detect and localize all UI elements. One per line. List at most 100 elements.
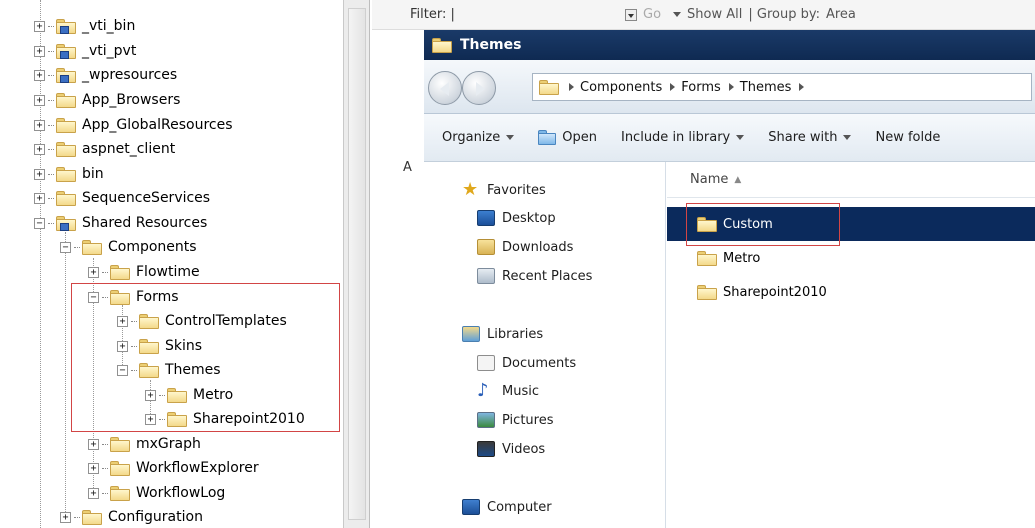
folder-icon (56, 215, 76, 231)
tree-item-label: aspnet_client (82, 141, 176, 157)
videos-icon (477, 441, 495, 457)
forward-button[interactable] (462, 71, 496, 105)
new-folder-button[interactable]: New folde (875, 130, 940, 145)
nav-downloads[interactable]: Downloads (477, 239, 573, 255)
tree-item-label: _vti_bin (82, 18, 136, 34)
file-name: Metro (723, 250, 761, 266)
tree-item[interactable]: + WorkflowExplorer (88, 457, 259, 479)
scrollbar-thumb[interactable] (348, 8, 366, 520)
expand-plus-icon[interactable]: + (34, 168, 45, 180)
column-header-name[interactable]: Name ▲ (667, 162, 1035, 198)
nav-libraries[interactable]: Libraries (462, 326, 543, 342)
tree-item[interactable]: + aspnet_client (34, 138, 175, 160)
chevron-down-icon[interactable] (673, 12, 682, 17)
tree-item[interactable]: + mxGraph (88, 433, 201, 455)
folder-tree: + _vti_bin + _vti_pvt + _wpresources + A… (0, 0, 340, 528)
folder-icon (110, 264, 130, 280)
tree-item-label: WorkflowExplorer (136, 460, 259, 476)
expand-plus-icon[interactable]: + (88, 438, 99, 450)
expand-plus-icon[interactable]: + (34, 69, 45, 81)
expand-plus-icon[interactable]: + (34, 192, 45, 204)
nav-favorites[interactable]: ★ Favorites (462, 179, 546, 200)
nav-videos[interactable]: Videos (477, 441, 545, 457)
breadcrumb-item[interactable]: Forms (681, 80, 721, 95)
go-button[interactable]: Go (643, 7, 661, 22)
expand-plus-icon[interactable]: + (60, 511, 71, 523)
nav-music[interactable]: ♪ Music (477, 382, 539, 400)
collapse-minus-icon[interactable]: − (60, 241, 71, 253)
folder-icon (697, 284, 717, 300)
expand-plus-icon[interactable]: + (34, 20, 45, 32)
filter-bar: Filter: | Go Show All | Group by: Area (372, 0, 1035, 30)
tree-item-label: _vti_pvt (82, 43, 137, 59)
nav-desktop[interactable]: Desktop (477, 210, 556, 226)
expand-plus-icon[interactable]: + (34, 143, 45, 155)
chevron-right-icon[interactable] (670, 83, 676, 91)
star-icon: ★ (462, 179, 479, 200)
folder-icon (56, 43, 76, 59)
window-titlebar[interactable]: Themes (424, 30, 1035, 60)
chevron-down-icon (843, 135, 852, 140)
folder-icon (110, 436, 130, 452)
tree-item-label: Flowtime (136, 264, 200, 280)
pane-scrollbar[interactable] (343, 0, 370, 528)
back-button[interactable] (428, 71, 462, 105)
chevron-down-icon (506, 135, 515, 140)
pictures-icon (477, 412, 495, 428)
tree-item[interactable]: − Shared Resources (34, 212, 207, 234)
breadcrumb-item[interactable]: Themes (740, 80, 792, 95)
include-in-library-button[interactable]: Include in library (621, 130, 745, 145)
nav-computer[interactable]: Computer (462, 499, 552, 515)
group-by-value[interactable]: Area (826, 7, 856, 22)
folder-icon (539, 79, 559, 95)
tree-item[interactable]: + Flowtime (88, 261, 200, 283)
chevron-right-icon[interactable] (569, 83, 574, 91)
show-all-button[interactable]: Show All (687, 7, 742, 22)
tree-item[interactable]: + bin (34, 163, 104, 185)
tree-item-label: bin (82, 166, 104, 182)
expand-plus-icon[interactable]: + (34, 45, 45, 57)
tree-item-label: Configuration (108, 509, 203, 525)
tree-item[interactable]: + WorkflowLog (88, 482, 225, 504)
expand-plus-icon[interactable]: + (88, 462, 99, 474)
tree-item[interactable]: + _vti_bin (34, 15, 135, 37)
share-with-button[interactable]: Share with (768, 130, 852, 145)
open-button[interactable]: Open (538, 130, 597, 145)
tree-item[interactable]: − Components (60, 236, 197, 258)
chevron-right-icon[interactable] (728, 83, 734, 91)
tree-item-label: WorkflowLog (136, 485, 226, 501)
file-row[interactable]: Metro (667, 241, 1035, 275)
folder-icon (432, 37, 452, 53)
folder-icon (56, 18, 76, 34)
tree-item[interactable]: + App_Browsers (34, 89, 180, 111)
expand-plus-icon[interactable]: + (34, 119, 45, 131)
breadcrumb-item[interactable]: Components (580, 80, 662, 95)
folder-icon (82, 509, 102, 525)
expand-plus-icon[interactable]: + (88, 487, 99, 499)
documents-icon (477, 355, 495, 371)
address-bar-area: Components Forms Themes (424, 60, 1035, 114)
nav-recent-places[interactable]: Recent Places (477, 268, 592, 284)
filter-label[interactable]: Filter: | (410, 7, 455, 22)
tree-item[interactable]: + App_GlobalResources (34, 114, 233, 136)
folder-icon (110, 460, 130, 476)
recent-places-icon (477, 268, 495, 284)
tree-item[interactable]: + _vti_pvt (34, 40, 136, 62)
tree-item[interactable]: + Configuration (60, 506, 203, 528)
libraries-icon (462, 326, 480, 342)
chevron-right-icon[interactable] (799, 83, 805, 91)
nav-documents[interactable]: Documents (477, 355, 576, 371)
expand-plus-icon[interactable]: + (88, 266, 99, 278)
organize-button[interactable]: Organize (442, 130, 515, 145)
folder-icon (56, 141, 76, 157)
chevron-down-icon (736, 135, 745, 140)
nav-pictures[interactable]: Pictures (477, 412, 553, 428)
address-bar[interactable]: Components Forms Themes (532, 73, 1032, 101)
collapse-minus-icon[interactable]: − (34, 217, 45, 229)
folder-icon (56, 166, 76, 182)
tree-item[interactable]: + SequenceServices (34, 187, 210, 209)
tree-item[interactable]: + _wpresources (34, 64, 177, 86)
file-row[interactable]: Sharepoint2010 (667, 275, 1035, 309)
dropdown-icon[interactable] (625, 8, 637, 21)
expand-plus-icon[interactable]: + (34, 94, 45, 106)
